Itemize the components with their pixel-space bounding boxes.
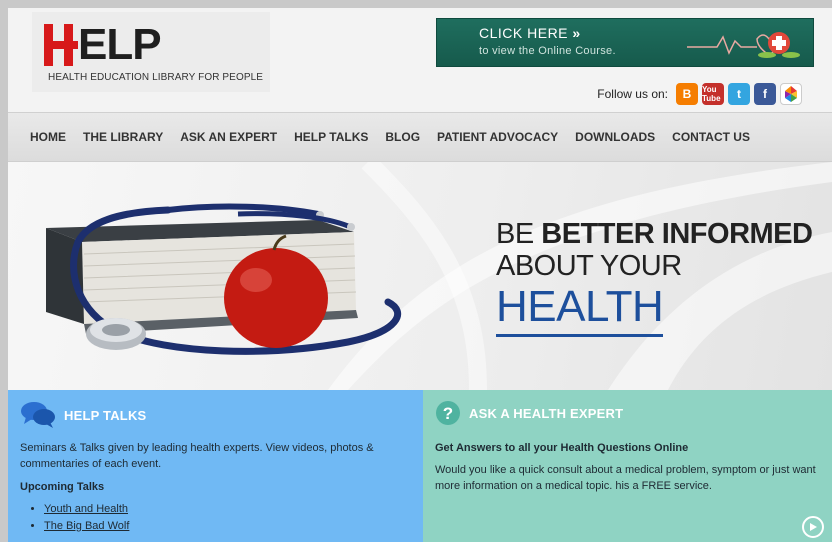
logo-subtitle: HEALTH EDUCATION LIBRARY FOR PEOPLE (48, 72, 264, 83)
blogger-icon[interactable]: B (676, 83, 698, 105)
nav-help-talks[interactable]: HELP TALKS (294, 130, 368, 144)
banner-cta: CLICK HERE » (479, 25, 581, 41)
nav-ask-an-expert[interactable]: ASK AN EXPERT (180, 130, 277, 144)
nav-blog[interactable]: BLOG (385, 130, 420, 144)
logo-h-mark (44, 24, 78, 66)
nav-contact-us[interactable]: CONTACT US (672, 130, 750, 144)
play-circle-icon[interactable] (802, 516, 824, 538)
ask-expert-title[interactable]: ASK A HEALTH EXPERT (469, 406, 623, 421)
banner-subtext: to view the Online Course. (479, 45, 616, 57)
nav-patient-advocacy[interactable]: PATIENT ADVOCACY (437, 130, 558, 144)
ask-expert-panel: ? ASK A HEALTH EXPERT Get Answers to all… (423, 390, 832, 542)
talk-link-youth-and-health[interactable]: Youth and Health (44, 503, 128, 515)
help-talks-panel: HELP TALKS Seminars & Talks given by lea… (8, 390, 423, 542)
nav-the-library[interactable]: THE LIBRARY (83, 130, 163, 144)
page: ELP HEALTH EDUCATION LIBRARY FOR PEOPLE … (8, 8, 832, 542)
ask-expert-description: Would you like a quick consult about a m… (435, 464, 816, 492)
nav-downloads[interactable]: DOWNLOADS (575, 130, 655, 144)
hero-banner: BE BETTER INFORMED ABOUT YOUR HEALTH (8, 162, 832, 390)
facebook-icon[interactable]: f (754, 83, 776, 105)
help-talks-header: HELP TALKS (20, 400, 146, 430)
list-item: The Big Bad Wolf (44, 518, 129, 535)
ask-expert-subtitle: Get Answers to all your Health Questions… (435, 442, 689, 454)
youtube-icon[interactable]: You Tube (702, 83, 724, 105)
social-follow: Follow us on: B You Tube t f (597, 83, 802, 105)
stethoscope-apple-book-image (46, 203, 402, 355)
upcoming-talks-list: Youth and Health The Big Bad Wolf (44, 501, 129, 535)
help-talks-title[interactable]: HELP TALKS (64, 408, 146, 423)
speech-bubbles-icon (21, 402, 55, 428)
upcoming-talks-label: Upcoming Talks (20, 481, 105, 493)
online-course-banner[interactable]: CLICK HERE » to view the Online Course. (436, 18, 814, 67)
main-nav: HOME THE LIBRARY ASK AN EXPERT HELP TALK… (8, 112, 832, 162)
hero-line-3: HEALTH (496, 282, 664, 337)
help-talks-description: Seminars & Talks given by leading health… (20, 442, 374, 470)
talk-link-the-big-bad-wolf[interactable]: The Big Bad Wolf (44, 520, 129, 532)
twitter-icon[interactable]: t (728, 83, 750, 105)
site-logo[interactable]: ELP HEALTH EDUCATION LIBRARY FOR PEOPLE (32, 12, 270, 92)
follow-label: Follow us on: (597, 87, 668, 101)
question-glyph: ? (443, 404, 453, 423)
ask-expert-header: ? ASK A HEALTH EXPERT (435, 400, 623, 426)
site-header: ELP HEALTH EDUCATION LIBRARY FOR PEOPLE … (8, 8, 832, 112)
question-mark-icon: ? (436, 401, 460, 425)
hero-line-2: ABOUT YOUR (496, 250, 682, 282)
logo-letters: ELP (78, 20, 162, 69)
hero-line-1: BE BETTER INFORMED (496, 218, 813, 250)
heartbeat-cross-icon (687, 32, 800, 58)
picasa-icon[interactable] (780, 83, 802, 105)
hero-headline: BE BETTER INFORMED ABOUT YOUR HEALTH (496, 218, 813, 337)
nav-home[interactable]: HOME (30, 130, 66, 144)
double-arrow-icon: » (572, 25, 581, 41)
logo-mark: ELP (44, 16, 162, 69)
list-item: Youth and Health (44, 501, 129, 518)
